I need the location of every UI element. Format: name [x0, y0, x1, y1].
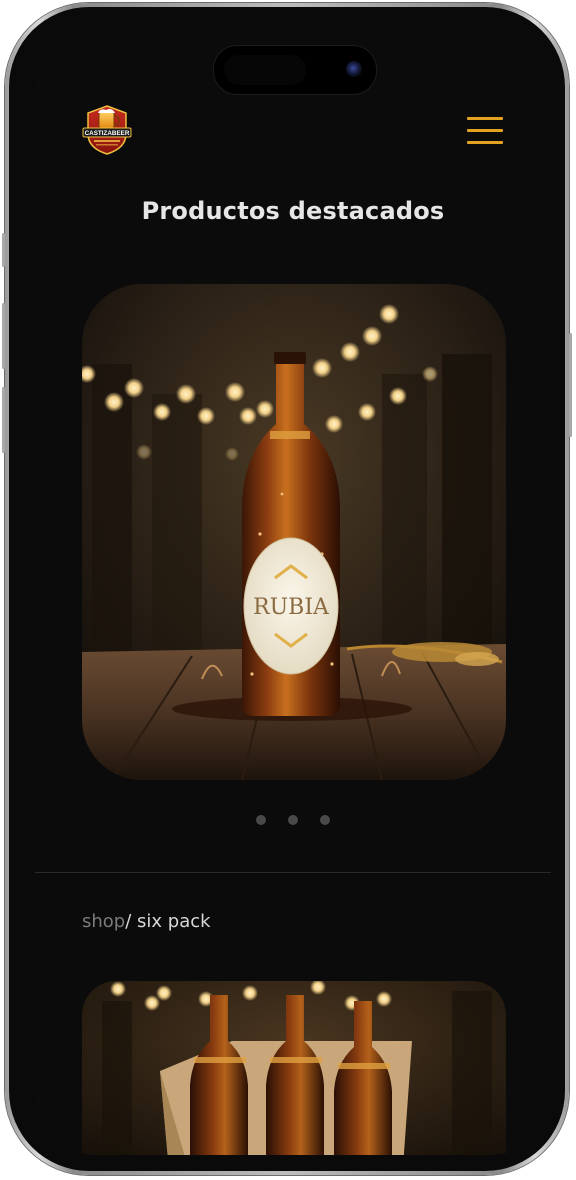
logo-brand-text: CASTIZABEER	[85, 130, 130, 137]
breadcrumb: shop/ six pack	[82, 911, 211, 932]
page-title: Productos destacados	[141, 197, 445, 225]
breadcrumb-shop-link[interactable]: shop	[82, 911, 125, 932]
carousel-dot-2[interactable]	[288, 815, 298, 825]
breadcrumb-current: six pack	[137, 911, 211, 932]
product-image: RUBIA	[82, 284, 506, 780]
carousel-dot-1[interactable]	[256, 815, 266, 825]
dynamic-island	[213, 45, 377, 95]
camera-icon	[346, 61, 362, 77]
power-button	[569, 333, 572, 437]
island-sensor	[224, 55, 306, 85]
hamburger-menu-icon[interactable]	[467, 117, 505, 147]
logo-badge-icon: CASTIZABEER	[82, 105, 132, 155]
section-divider	[35, 872, 551, 873]
silent-switch	[2, 233, 5, 267]
volume-up-button	[2, 303, 5, 369]
breadcrumb-separator: /	[125, 911, 138, 932]
brand-logo[interactable]: CASTIZABEER	[82, 104, 132, 156]
carousel-dots	[35, 815, 551, 825]
six-pack-product-card[interactable]	[82, 981, 506, 1155]
six-pack-image	[82, 981, 506, 1155]
volume-down-button	[2, 387, 5, 453]
product-label-text: RUBIA	[253, 595, 330, 620]
screen: CASTIZABEER Productos destacados RUBIA s…	[35, 31, 551, 1155]
carousel-dot-3[interactable]	[320, 815, 330, 825]
featured-product-card[interactable]: RUBIA	[82, 284, 506, 780]
